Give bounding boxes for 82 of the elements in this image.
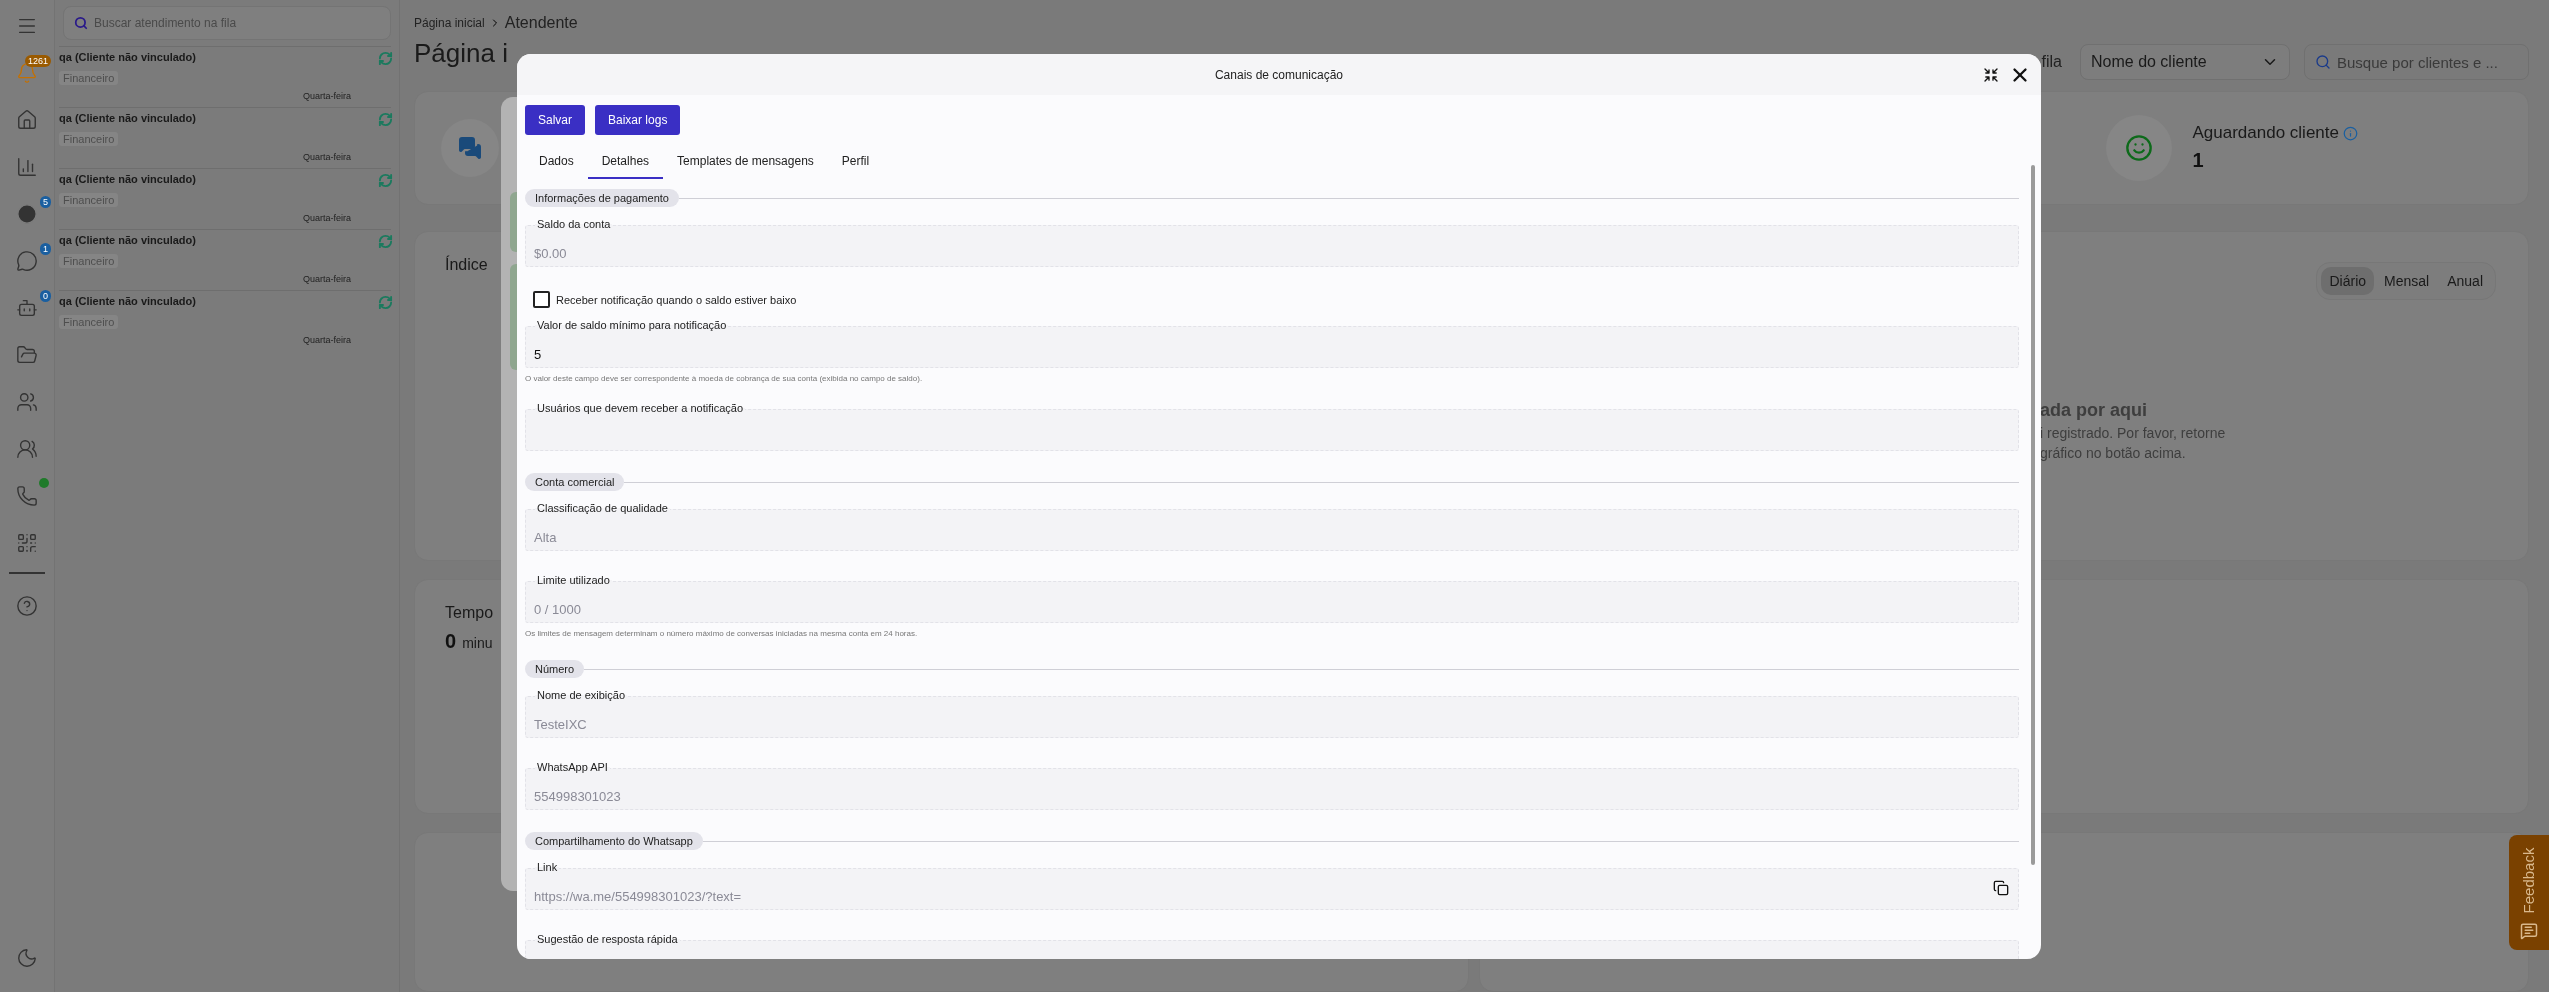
field-label: WhatsApp API <box>535 761 610 773</box>
field-label: Sugestão de resposta rápida <box>535 933 680 945</box>
refresh-icon <box>378 173 393 188</box>
action-button[interactable]: Salvar <box>525 105 585 135</box>
period-option[interactable]: Diário <box>2321 267 2375 295</box>
help-text: Os limites de mensagem determinam o número máximo de conversas iniciadas na mesma conta em 24 horas. <box>525 629 919 638</box>
contact-name: qa (Cliente não vinculado) <box>59 112 196 124</box>
client-search-field[interactable]: Busque por clientes e ... <box>2304 44 2529 80</box>
breadcrumb-current: Atendente <box>504 14 578 32</box>
tab[interactable]: Templates de mensagens <box>663 145 828 179</box>
checkbox-label: Receber notificação quando o saldo estiver baixo <box>556 293 797 306</box>
field-label: Valor de saldo mínimo para notificação <box>535 319 729 331</box>
scrollbar-thumb[interactable] <box>2031 165 2035 865</box>
breadcrumb-link[interactable]: Página inicial <box>414 16 485 30</box>
info-icon <box>2343 125 2358 141</box>
time-value: 0 <box>445 630 457 653</box>
contact-name: qa (Cliente não vinculado) <box>59 234 196 246</box>
period-option[interactable]: Anual <box>2439 267 2491 295</box>
refresh-icon <box>378 295 393 310</box>
card-title: Tempo <box>445 604 494 621</box>
search-icon <box>2315 54 2331 70</box>
section-title: Conta comercial <box>525 473 625 491</box>
tab[interactable]: Detalhes <box>587 145 664 179</box>
refresh-icon <box>378 112 393 127</box>
phone-icon <box>16 485 38 507</box>
chat-bubble-icon <box>16 250 38 272</box>
section-title: Compartilhamento do Whatsapp <box>525 832 703 850</box>
contact-name: qa (Cliente não vinculado) <box>59 295 196 307</box>
qr-code-icon <box>16 532 38 554</box>
field-label: Link <box>535 861 560 873</box>
weekday-label: Quarta-feira <box>302 213 351 223</box>
weekday-label: Quarta-feira <box>302 274 351 284</box>
stat-value: 1 <box>2192 149 2205 173</box>
folder-icon <box>16 344 38 366</box>
empty-title: ada por aqui <box>2040 400 2148 421</box>
field-label: Saldo da conta <box>535 218 613 230</box>
empty-message: gráfico no botão acima. <box>2040 445 2187 461</box>
action-button[interactable]: Baixar logs <box>595 105 681 135</box>
checkbox[interactable] <box>533 291 550 308</box>
time-unit: minu <box>462 635 493 651</box>
count-badge: 0 <box>40 290 51 302</box>
dialog-title: Canais de comunicação <box>1214 67 1344 82</box>
weekday-label: Quarta-feira <box>302 91 351 101</box>
empty-message: i registrado. Por favor, retorne <box>2040 425 2227 441</box>
section-title: Número <box>525 660 585 678</box>
page-title: Página i <box>414 38 509 69</box>
refresh-icon <box>378 234 393 249</box>
contact-name: qa (Cliente não vinculado) <box>59 51 196 63</box>
field-label: Limite utilizado <box>535 574 612 586</box>
tab[interactable]: Perfil <box>827 145 884 179</box>
client-select[interactable]: Nome do cliente <box>2080 44 2290 80</box>
bar-chart-icon <box>16 156 38 178</box>
stat-label: Aguardando cliente <box>2192 123 2339 144</box>
weekday-label: Quarta-feira <box>302 335 351 345</box>
contact-name: qa (Cliente não vinculado) <box>59 173 196 185</box>
feedback-button[interactable]: Feedback <box>2509 835 2549 950</box>
help-text: O valor deste campo deve ser correspondente à moeda de cobrança de sua conta (exibida no campo de saldo). <box>525 374 924 383</box>
smiling-chat-icon <box>2125 133 2154 162</box>
moon-icon <box>16 947 38 969</box>
field-label: Usuários que devem receber a notificação <box>535 402 746 414</box>
robot-icon <box>16 297 38 319</box>
search-icon <box>74 16 88 30</box>
refresh-icon <box>378 51 393 66</box>
section-title: Informações de pagamento <box>525 189 679 207</box>
feedback-icon <box>2520 922 2538 940</box>
period-option[interactable]: Mensal <box>2376 267 2438 295</box>
weekday-label: Quarta-feira <box>302 152 351 162</box>
tab[interactable]: Dados <box>525 145 588 179</box>
shrink-button[interactable] <box>1983 67 1999 83</box>
count-badge: 1261 <box>24 55 51 67</box>
help-icon <box>16 595 38 617</box>
home-icon <box>16 109 38 131</box>
count-badge: 1 <box>40 243 51 255</box>
field-label: Nome de exibição <box>535 689 628 701</box>
users-icon <box>16 391 38 413</box>
chat-bubbles-icon <box>458 135 482 160</box>
card-title: Índice <box>445 256 488 273</box>
bell-icon <box>16 62 38 84</box>
group-icon <box>16 438 38 460</box>
filter-label: fila <box>2041 53 2062 71</box>
count-badge: 5 <box>40 196 51 208</box>
field-label: Classificação de qualidade <box>535 502 670 514</box>
